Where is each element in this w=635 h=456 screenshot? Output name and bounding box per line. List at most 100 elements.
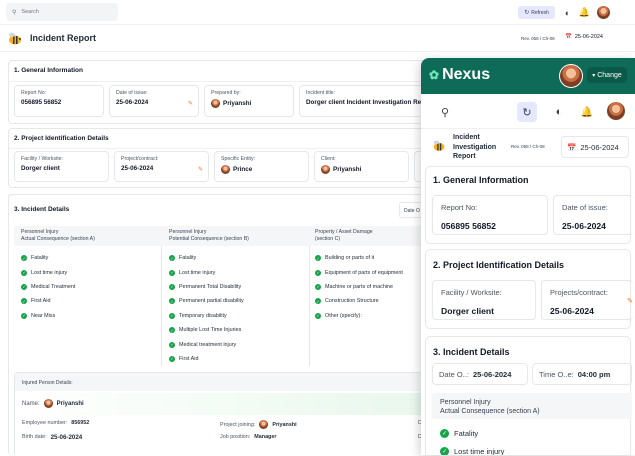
checklist-item[interactable]: ✓ First Aid	[21, 294, 75, 308]
search-input[interactable]: ⚲ Search	[6, 3, 118, 21]
user-avatar[interactable]	[607, 102, 625, 120]
avatar	[43, 399, 53, 408]
check-circle-icon: ✓	[21, 255, 27, 262]
date-occurred-field[interactable]: Date O..: 25-06-2024	[432, 363, 528, 385]
check-circle-icon: ✓	[21, 283, 27, 290]
column-header-b: Personnel Injury Potential Consequence (s…	[169, 229, 249, 242]
checklist-label: Temporary disability	[179, 312, 227, 319]
refresh-icon[interactable]: ↻	[517, 102, 537, 122]
incident-details-card: 3. Incident Details Date O Personnel Inj…	[8, 194, 440, 456]
mobile-general-card: 1. General Information Report No: 056895 …	[425, 166, 633, 244]
calendar-icon: 📅	[567, 142, 577, 152]
checklist-item[interactable]: ✓ First Aid	[169, 352, 244, 366]
search-icon[interactable]: ⚲	[435, 102, 455, 122]
mobile-page-title: Incident Investigation Report	[453, 134, 497, 160]
report-date-value: 25-06-2024	[574, 34, 603, 40]
pie-chart-icon[interactable]: ◐	[549, 102, 569, 122]
checklist-item[interactable]: ✓ Lost time injury	[21, 265, 75, 279]
project-contract-field[interactable]: Project/contract: 25-06-2024 ✎	[114, 151, 209, 182]
facility-field: Facility / Worksite: Dorger client	[14, 151, 109, 182]
refresh-label: Refresh	[531, 9, 549, 16]
check-circle-icon: ✓	[169, 341, 175, 348]
bell-icon[interactable]: 🔔	[577, 102, 597, 122]
report-no-field: Report No: 056895 56852	[432, 195, 548, 235]
checklist-item[interactable]: ✓ Fatality	[440, 424, 504, 442]
general-info-card: 1. General Information Report No: 056895…	[8, 60, 439, 124]
field-label: Project/contract:	[121, 156, 159, 162]
checklist-item[interactable]: ✓ Medical Treatment	[21, 280, 75, 294]
check-circle-icon: ✓	[169, 355, 175, 362]
field-value: Priyanshi	[223, 100, 252, 107]
edit-pencil-icon[interactable]: ✎	[627, 297, 633, 305]
field-label: Incident title:	[306, 90, 336, 96]
checklist-item[interactable]: ✓ Permanent partial disability	[169, 294, 244, 308]
search-placeholder: Search	[21, 9, 39, 15]
field-label: Facility / Worksite:	[21, 156, 63, 162]
checklist-label: Fatality	[454, 428, 479, 438]
check-circle-icon: ✓	[315, 283, 321, 290]
bee-logo-icon	[431, 138, 447, 154]
edit-pencil-icon[interactable]: ✎	[198, 166, 203, 173]
checklist-label: Permanent Total Disability	[179, 283, 242, 290]
project-contract-field[interactable]: Projects/contract: 25-06-2024 ✎	[541, 280, 633, 320]
checklist-item[interactable]: ✓ Lost time injury	[440, 442, 504, 455]
bell-icon[interactable]: 🔔	[579, 7, 590, 18]
field-label: Date of issue:	[116, 90, 148, 96]
brand-name: Nexus	[442, 66, 491, 83]
divider	[9, 148, 439, 149]
nexus-logo: ✿ Nexus	[429, 66, 490, 84]
specific-entity-field: Specific Entity: Prince	[214, 151, 309, 182]
checklist-item[interactable]: ✓ Equipment of parts of equipment	[315, 265, 403, 279]
checklist-c: ✓ Building or parts of it ✓ Equipment of pa…	[315, 251, 403, 323]
injured-heading: Injured Person Details:	[22, 380, 73, 386]
checklist-item[interactable]: ✓ Permanent Total Disability	[169, 280, 244, 294]
edit-pencil-icon[interactable]: ✎	[188, 100, 193, 107]
checklist-label: Lost time injury	[179, 269, 216, 276]
date-of-issue-field[interactable]: Date of issue: 25-06-2024 ✎	[109, 85, 199, 117]
pie-chart-icon[interactable]: ◐	[562, 7, 573, 18]
section-heading: 1. General Information	[433, 175, 529, 185]
prepared-by-field: Prepared by: Priyanshi	[204, 85, 294, 117]
checklist-label: Permanent partial disability	[179, 298, 244, 305]
checklist-item[interactable]: ✓ Construction Structure	[315, 294, 403, 308]
search-icon: ⚲	[12, 9, 17, 16]
checklist-label: Machine or parts of machine	[325, 283, 394, 290]
field-label: Report No:	[21, 90, 47, 96]
checklist-item[interactable]: ✓ Fatality	[169, 251, 244, 265]
checklist-item[interactable]: ✓ Near Miss	[21, 309, 75, 323]
time-occurred-field[interactable]: Time O..e: 04:00 pm	[532, 363, 632, 385]
checklist-item[interactable]: ✓ Medical treatment injury	[169, 337, 244, 351]
injured-person-panel: Injured Person Details: Name: Priyanshi …	[14, 372, 440, 456]
checklist-a: ✓ Fatality ✓ Lost time injury ✓ Medical Treat…	[21, 251, 75, 323]
checklist-label: Lost time injury	[454, 446, 505, 456]
divider	[0, 24, 635, 25]
change-button[interactable]: ▾ Change	[587, 67, 627, 83]
checklist-item[interactable]: ✓ Building or parts of it	[315, 251, 403, 265]
refresh-button[interactable]: ↻ Refresh	[518, 6, 555, 19]
checklist-b: ✓ Fatality ✓ Lost time injury ✓ Permanent Tot…	[169, 251, 244, 366]
checklist-label: Medical Treatment	[31, 283, 76, 290]
check-circle-icon: ✓	[169, 283, 175, 290]
section-heading: 1. General Information	[14, 67, 83, 74]
checklist-label: Other (specify):	[325, 312, 362, 319]
project-identification-card: 2. Project Identification Details Facili…	[8, 128, 439, 188]
field-value: 25-06-2024	[116, 99, 149, 106]
date-of-issue-field: Date of issue: 25-06-2024	[553, 195, 633, 235]
leaf-icon: ✿	[429, 68, 440, 82]
user-avatar[interactable]	[597, 6, 610, 19]
check-circle-icon: ✓	[169, 255, 175, 262]
checklist-item[interactable]: ✓ Fatality	[21, 251, 75, 265]
checklist-item[interactable]: ✓ Temporary disability	[169, 309, 244, 323]
mobile-report-date: 📅 25-06-2024	[561, 136, 629, 158]
checklist-label: First Aid	[31, 298, 51, 305]
column-divider	[309, 246, 310, 366]
user-avatar[interactable]	[559, 64, 583, 88]
divider	[421, 128, 635, 129]
avatar	[321, 165, 330, 174]
checklist-item[interactable]: ✓ Lost time injury	[169, 265, 244, 279]
checklist-item[interactable]: ✓ Other (specify):	[315, 309, 403, 323]
calendar-icon: 📅	[565, 34, 572, 40]
checklist-item[interactable]: ✓ Machine or parts of machine	[315, 280, 403, 294]
checklist-item[interactable]: ✓ Multiple Lost Time Injuries	[169, 323, 244, 337]
checklist-label: Equipment of parts of equipment	[325, 269, 403, 276]
